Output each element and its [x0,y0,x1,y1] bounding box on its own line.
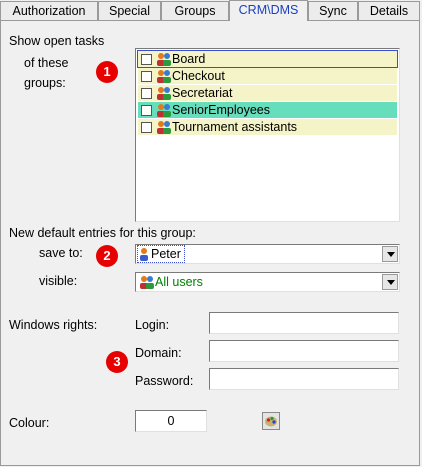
of-these-label: of these [24,56,69,70]
tab-special[interactable]: Special [98,1,161,20]
tab-label: CRM\DMS [238,3,299,17]
all-users-icon [140,276,154,289]
visible-value-box: All users [138,274,206,290]
group-checkbox[interactable] [141,105,152,116]
colour-label: Colour: [9,416,50,430]
group-icon [157,53,171,66]
visible-combobox[interactable]: All users [135,272,400,292]
group-checkbox[interactable] [141,122,152,133]
group-name: Tournament assistants [172,120,298,134]
save-to-value: Peter [151,247,181,261]
save-to-label: save to: [39,246,83,260]
list-item-checkout[interactable]: Checkout [138,68,397,84]
callout-badge-2: 2 [96,245,118,267]
tab-label: Details [369,4,409,18]
group-name: Secretariat [172,86,233,100]
callout-badge-1: 1 [96,61,118,83]
visible-label: visible: [39,274,78,288]
user-icon [140,248,148,261]
callout-badge-3: 3 [106,351,128,373]
color-palette-icon [265,416,277,427]
group-checkbox[interactable] [141,54,152,65]
colour-value-field[interactable] [135,410,207,432]
group-icon [157,104,171,117]
tab-sync[interactable]: Sync [308,1,358,20]
password-label: Password: [135,374,194,388]
tab-crm-dms[interactable]: CRM\DMS [229,0,308,21]
tab-strip: Authorization Special Groups CRM\DMS Syn… [0,0,422,22]
domain-label: Domain: [135,346,182,360]
save-to-dropdown-button[interactable] [382,246,398,262]
tab-label: Sync [319,4,347,18]
tab-label: Special [109,4,150,18]
tab-label: Authorization [12,4,86,18]
group-name: SeniorEmployees [172,103,270,117]
group-icon [157,70,171,83]
crm-dms-panel: Show open tasks of these groups: 1 Board… [0,20,420,466]
groups-listbox[interactable]: Board Checkout Secretariat SeniorEmploye… [135,48,400,222]
list-item-tournament-assistants[interactable]: Tournament assistants [138,119,397,135]
tab-authorization[interactable]: Authorization [0,1,98,20]
group-name: Board [172,52,206,66]
list-item-board[interactable]: Board [137,50,398,68]
login-label: Login: [135,318,170,332]
group-name: Checkout [172,69,225,83]
show-open-tasks-label: Show open tasks [9,34,105,48]
password-field[interactable] [209,368,399,390]
visible-dropdown-button[interactable] [382,274,398,290]
colour-picker-button[interactable] [262,412,280,430]
groups-label: groups: [24,76,66,90]
domain-field[interactable] [209,340,399,362]
save-to-combobox[interactable]: Peter [135,244,400,264]
list-item-senior-employees[interactable]: SeniorEmployees [138,102,397,118]
save-to-value-box: Peter [137,245,185,263]
tab-details[interactable]: Details [358,1,420,20]
login-field[interactable] [209,312,399,334]
windows-rights-label: Windows rights: [9,318,98,332]
group-icon [157,121,171,134]
group-checkbox[interactable] [141,71,152,82]
default-entries-heading: New default entries for this group: [9,226,196,240]
visible-value: All users [155,275,203,289]
group-checkbox[interactable] [141,88,152,99]
tab-groups[interactable]: Groups [161,1,229,20]
tab-label: Groups [174,4,216,18]
list-item-secretariat[interactable]: Secretariat [138,85,397,101]
group-icon [157,87,171,100]
